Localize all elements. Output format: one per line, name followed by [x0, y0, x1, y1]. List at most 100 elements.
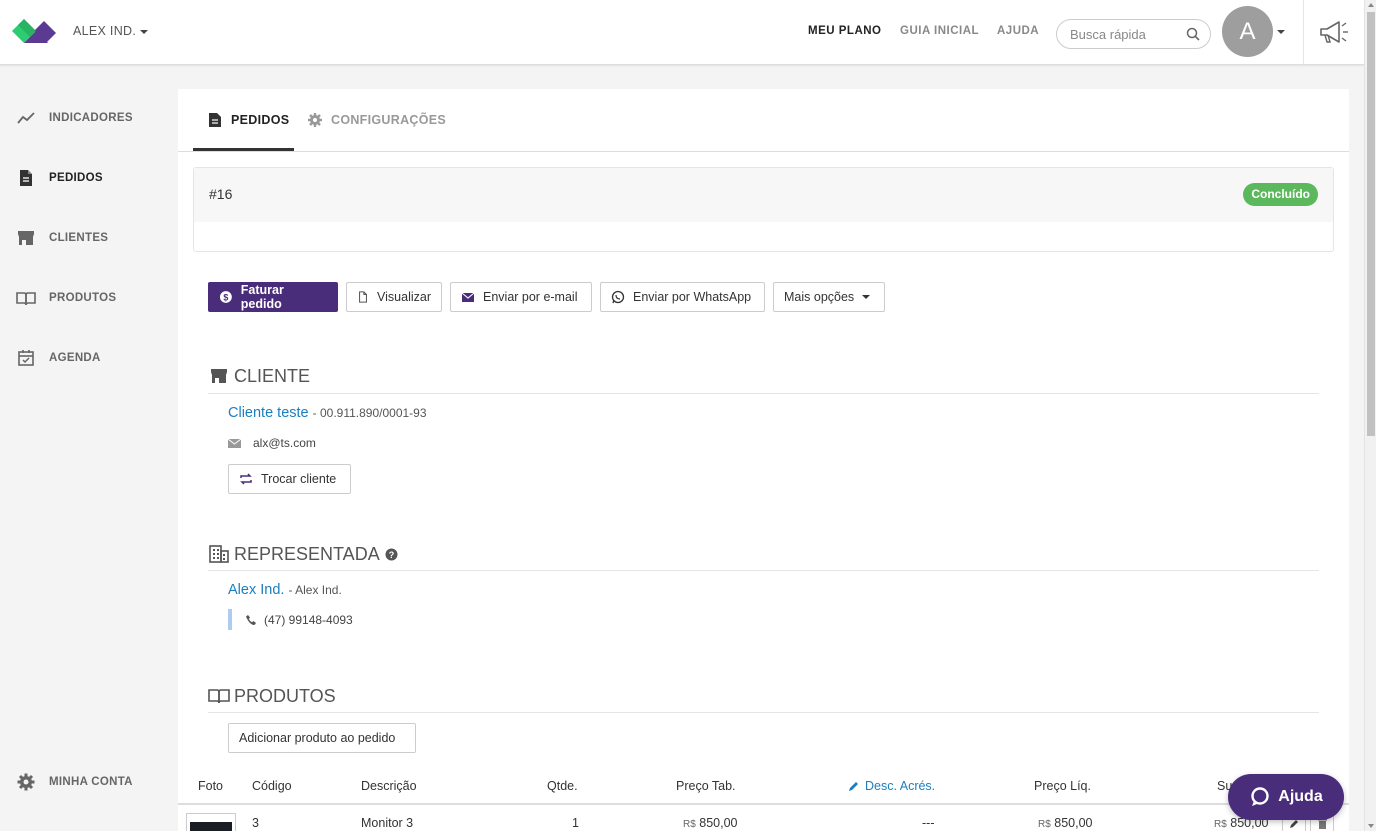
column-header-description[interactable]: Descrição [361, 779, 417, 793]
column-header-net-price[interactable]: Preço Líq. [1034, 779, 1091, 793]
net-price-value: 850,00 [1054, 816, 1093, 830]
whatsapp-button[interactable]: Enviar por WhatsApp [600, 282, 765, 312]
column-header-code[interactable]: Código [252, 779, 292, 793]
avatar[interactable]: A [1222, 6, 1273, 57]
whatsapp-icon [611, 290, 625, 304]
client-name-line: Cliente teste - 00.911.890/0001-93 [228, 405, 427, 421]
store-icon [18, 231, 34, 245]
help-button-label: Ajuda [1278, 788, 1323, 805]
change-client-label: Trocar cliente [261, 472, 337, 486]
invoice-button[interactable]: $ Faturar pedido [208, 282, 338, 312]
representative-name-link[interactable]: Alex Ind. [228, 582, 284, 598]
quick-search[interactable] [1056, 19, 1211, 49]
building-icon [209, 545, 229, 563]
divider [208, 712, 1319, 713]
company-selector[interactable]: ALEX IND. [73, 24, 149, 38]
nav-meu-plano[interactable]: MEU PLANO [808, 25, 882, 37]
tab-configuracoes[interactable]: CONFIGURAÇÕES [307, 110, 446, 130]
table-row[interactable]: 3 Monitor 3 1 R$ 850,00 --- R$ 850,00 R$… [178, 807, 1349, 831]
megaphone-icon[interactable] [1318, 18, 1350, 46]
scrollbar-thumb[interactable] [1367, 12, 1375, 436]
sidebar-item-agenda[interactable]: AGENDA [16, 348, 101, 368]
divider [1303, 0, 1304, 65]
tab-bar: PEDIDOS CONFIGURAÇÕES [178, 89, 1349, 152]
cell-description: Monitor 3 [361, 816, 414, 830]
nav-guia-inicial[interactable]: GUIA INICIAL [900, 25, 979, 37]
gear-icon [17, 773, 35, 791]
product-thumbnail[interactable] [186, 813, 236, 831]
representative-subtitle: - Alex Ind. [288, 583, 342, 597]
section-label: CLIENTE [234, 365, 311, 386]
envelope-icon [228, 438, 241, 448]
document-icon [20, 170, 32, 186]
client-email: alx@ts.com [253, 436, 316, 450]
representative-phone-line: (47) 99148-4093 [246, 613, 353, 627]
list-price-value: 850,00 [699, 816, 738, 830]
change-client-button[interactable]: Trocar cliente [228, 464, 351, 494]
swap-icon [240, 473, 252, 485]
sidebar-item-clientes[interactable]: CLIENTES [16, 228, 108, 248]
column-header-qty[interactable]: Qtde. [547, 779, 578, 793]
scroll-down-icon[interactable] [1368, 824, 1374, 828]
book-icon [16, 292, 36, 306]
whatsapp-button-label: Enviar por WhatsApp [633, 290, 752, 304]
sidebar-item-label: MINHA CONTA [49, 776, 133, 788]
chevron-down-icon[interactable] [1277, 30, 1285, 34]
tab-pedidos[interactable]: PEDIDOS [207, 110, 289, 130]
top-bar: ALEX IND. MEU PLANO GUIA INICIAL AJUDA A [0, 0, 1364, 65]
column-header-discount[interactable]: Desc. Acrés. [848, 779, 935, 793]
active-tab-indicator [193, 148, 294, 151]
sidebar-item-label: INDICADORES [49, 112, 133, 124]
sidebar-item-indicadores[interactable]: INDICADORES [16, 108, 133, 128]
invoice-button-label: Faturar pedido [240, 283, 284, 311]
monitor-image [190, 822, 232, 831]
products-section-title: PRODUTOS [208, 685, 336, 707]
sidebar-item-label: PEDIDOS [49, 172, 103, 184]
representative-section-title: REPRESENTADA ? [208, 543, 402, 565]
help-icon[interactable]: ? [385, 548, 398, 561]
file-icon [359, 291, 367, 303]
order-number: #16 [209, 186, 233, 202]
document-icon [209, 113, 221, 127]
status-badge: Concluído [1243, 183, 1318, 206]
calendar-icon [18, 350, 34, 366]
column-header-list-price[interactable]: Preço Tab. [676, 779, 736, 793]
more-options-label: Mais opções [784, 290, 855, 304]
cell-qty[interactable]: 1 [572, 816, 579, 830]
client-name-link[interactable]: Cliente teste [228, 405, 309, 421]
view-button[interactable]: Visualizar [346, 282, 442, 312]
add-product-button[interactable]: Adicionar produto ao pedido [228, 723, 416, 753]
divider [208, 393, 1319, 394]
nav-ajuda[interactable]: AJUDA [997, 25, 1039, 37]
products-table-header: Foto Código Descrição Qtde. Preço Tab. D… [178, 769, 1349, 805]
svg-text:$: $ [223, 292, 228, 302]
phone-icon [246, 614, 256, 625]
search-icon[interactable] [1186, 27, 1200, 41]
currency: R$ [683, 819, 696, 830]
sidebar-item-label: AGENDA [49, 352, 101, 364]
cell-discount[interactable]: --- [922, 816, 935, 830]
sidebar-item-pedidos[interactable]: PEDIDOS [16, 168, 103, 188]
search-input[interactable] [1070, 27, 1180, 42]
sidebar-item-produtos[interactable]: PRODUTOS [16, 288, 116, 308]
gear-icon [308, 113, 322, 127]
sidebar-item-minha-conta[interactable]: MINHA CONTA [16, 772, 133, 792]
email-button[interactable]: Enviar por e-mail [450, 282, 592, 312]
scroll-up-icon[interactable] [1368, 3, 1374, 7]
store-icon [211, 369, 227, 383]
page-scrollbar[interactable] [1364, 0, 1376, 831]
section-label: REPRESENTADA [234, 543, 380, 564]
dollar-icon: $ [219, 291, 232, 303]
divider [208, 570, 1319, 571]
tab-label: PEDIDOS [231, 113, 290, 127]
book-icon [208, 689, 230, 704]
cell-list-price: R$ 850,00 [683, 816, 738, 830]
currency: R$ [1214, 819, 1227, 830]
app-logo[interactable] [12, 16, 58, 46]
more-options-button[interactable]: Mais opções [773, 282, 885, 312]
add-product-label: Adicionar produto ao pedido [239, 731, 396, 745]
client-document: - 00.911.890/0001-93 [312, 406, 427, 420]
order-panel: PEDIDOS CONFIGURAÇÕES #16 Concluído $ Fa… [178, 89, 1349, 831]
client-email-line: alx@ts.com [228, 436, 316, 450]
help-chat-button[interactable]: Ajuda [1228, 774, 1344, 820]
